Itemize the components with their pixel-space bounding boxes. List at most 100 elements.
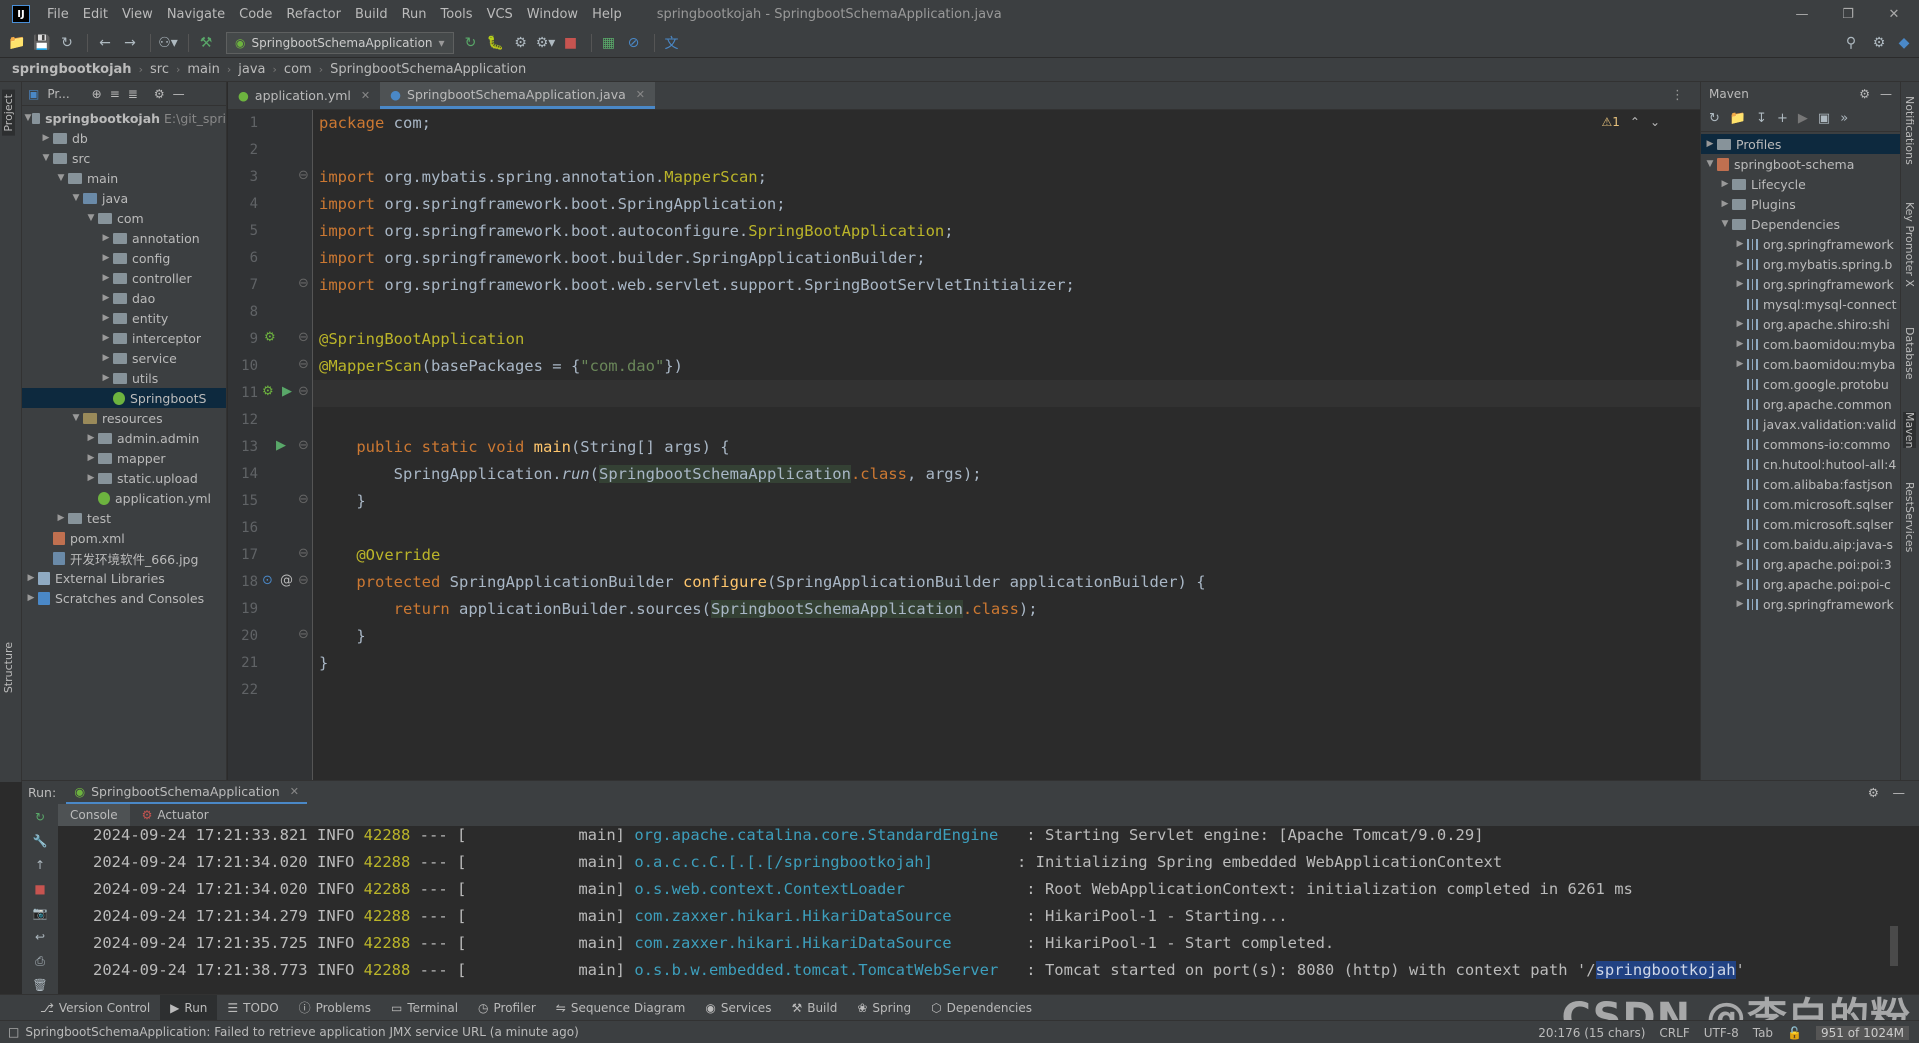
tool-tab-services[interactable]: ◉ Services [695, 995, 781, 1021]
override-icon[interactable]: ⊙ [262, 573, 273, 588]
tool-tab-problems[interactable]: ⓘ Problems [289, 995, 381, 1021]
tool-tab-todo[interactable]: ☰ TODO [217, 995, 288, 1021]
tree-item[interactable]: 开发环境软件_666.jpg [22, 548, 226, 568]
stop-icon[interactable]: ■ [560, 32, 582, 54]
breadcrumb-item[interactable]: main [187, 62, 219, 77]
save-all-icon[interactable]: 💾 [31, 32, 53, 54]
menu-build[interactable]: Build [348, 7, 395, 22]
log-selected-text[interactable]: springbootkojah [1595, 961, 1736, 979]
tree-item[interactable]: cn.hutool:hutool-all:4 [1701, 454, 1900, 474]
tree-item[interactable]: ▶ static.upload [22, 468, 226, 488]
tree-item[interactable]: ▶ annotation [22, 228, 226, 248]
tree-item[interactable]: javax.validation:valid [1701, 414, 1900, 434]
chevron-down-icon[interactable]: ▼ [39, 153, 53, 163]
tree-item[interactable]: ▼ src [22, 148, 226, 168]
console-output[interactable]: 2024-09-24 17:21:33.821 INFO 42288 --- [… [58, 826, 1900, 994]
breadcrumb-item[interactable]: java [238, 62, 265, 77]
status-message[interactable]: SpringbootSchemaApplication: Failed to r… [25, 1025, 578, 1039]
tree-item[interactable]: ▶ com.baomidou:myba [1701, 354, 1900, 374]
tabs-menu-icon[interactable]: ⋮ [1671, 88, 1684, 103]
fold-icon[interactable]: ⊖ [298, 168, 309, 183]
tree-item[interactable]: ▶ Scratches and Consoles [22, 588, 226, 608]
run-configuration-select[interactable]: ◉ SpringbootSchemaApplication ▾ [226, 31, 454, 54]
hide-panel-icon[interactable]: — [173, 87, 185, 101]
vcs-users-icon[interactable]: ⚇▾ [157, 32, 179, 54]
tree-item[interactable]: org.apache.common [1701, 394, 1900, 414]
maven-tool-tab[interactable]: Maven [1903, 412, 1916, 449]
annotation-icon[interactable]: @ [280, 573, 293, 588]
tool-tab-dependencies[interactable]: ⬡ Dependencies [921, 995, 1042, 1021]
tree-item[interactable]: ▶ interceptor [22, 328, 226, 348]
tool-tab-build[interactable]: ⚒ Build [781, 995, 847, 1021]
chevron-right-icon[interactable]: ▶ [84, 473, 98, 483]
tree-item[interactable]: ▶ controller [22, 268, 226, 288]
chevron-right-icon[interactable]: ▶ [99, 313, 113, 323]
more-run-icon[interactable]: ⚙▾ [535, 32, 557, 54]
tree-item[interactable]: com.alibaba:fastjson [1701, 474, 1900, 494]
add-icon[interactable]: + [1777, 111, 1788, 126]
chevron-right-icon[interactable]: ▶ [84, 453, 98, 463]
fold-icon[interactable]: ⊖ [298, 357, 309, 372]
tree-item[interactable]: mysql:mysql-connect [1701, 294, 1900, 314]
tree-item[interactable]: SpringbootS [22, 388, 226, 408]
menu-view[interactable]: View [115, 7, 160, 22]
reload-icon[interactable]: ↻ [1709, 111, 1720, 126]
up-icon[interactable]: ↑ [31, 856, 49, 874]
run-line-icon[interactable]: ▶ [276, 438, 286, 453]
camera-icon[interactable]: 📷 [31, 904, 49, 922]
stop-icon[interactable]: ■ [31, 880, 49, 898]
fold-icon[interactable]: ⊖ [298, 546, 309, 561]
tree-item[interactable]: ▶ dao [22, 288, 226, 308]
project-tool-tab[interactable]: Project [2, 90, 15, 136]
tree-item[interactable]: ▼ java [22, 188, 226, 208]
fold-icon[interactable]: ⊖ [298, 384, 309, 399]
chevron-right-icon[interactable]: ▶ [1733, 539, 1747, 549]
chevron-down-icon[interactable]: ▼ [1703, 159, 1717, 169]
tree-item[interactable]: ▶ org.springframework [1701, 274, 1900, 294]
tab-console[interactable]: Console [58, 804, 130, 826]
chevron-right-icon[interactable]: ▶ [1733, 239, 1747, 249]
more-icon[interactable]: » [1840, 111, 1848, 126]
coverage-icon[interactable]: ⚙ [510, 32, 532, 54]
chevron-right-icon[interactable]: ▶ [99, 293, 113, 303]
tree-item[interactable]: ▶ org.apache.poi:poi:3 [1701, 554, 1900, 574]
chevron-right-icon[interactable]: ▶ [24, 573, 38, 583]
close-icon[interactable]: ✕ [636, 88, 645, 101]
tree-item[interactable]: ▶ Profiles [1701, 134, 1900, 154]
close-icon[interactable]: ✕ [361, 89, 370, 102]
close-window-button[interactable]: ✕ [1871, 0, 1917, 28]
rerun-icon[interactable]: ↻ [460, 32, 482, 54]
run-line-icon[interactable]: ▶ [282, 384, 292, 399]
tree-item[interactable]: ▼ springbootkojah E:\git_spri [22, 108, 226, 128]
tree-item[interactable]: ▶ org.springframework [1701, 594, 1900, 614]
tree-item[interactable]: ▶ entity [22, 308, 226, 328]
code-editor[interactable]: ⚠1 ⌃ ⌄ package com; import org.mybatis.sp… [313, 110, 1700, 780]
file-encoding[interactable]: UTF-8 [1704, 1026, 1739, 1040]
chevron-right-icon[interactable]: ▶ [1733, 339, 1747, 349]
tree-item[interactable]: ▶ db [22, 128, 226, 148]
collapse-all-icon[interactable]: ≣ [128, 87, 138, 101]
tree-item[interactable]: com.microsoft.sqlser [1701, 494, 1900, 514]
menu-vcs[interactable]: VCS [480, 7, 520, 22]
warning-count[interactable]: ⚠1 [1601, 115, 1619, 129]
tree-item[interactable]: ▶ com.baomidou:myba [1701, 334, 1900, 354]
indent-setting[interactable]: Tab [1753, 1026, 1773, 1040]
tree-item[interactable]: pom.xml [22, 528, 226, 548]
sync-icon[interactable]: ↻ [56, 32, 78, 54]
tab-actuator[interactable]: ⚙ Actuator [130, 804, 221, 826]
chevron-right-icon[interactable]: ▶ [1718, 179, 1732, 189]
open-folder-icon[interactable]: 📁 [6, 32, 28, 54]
chevron-right-icon[interactable]: ▶ [99, 253, 113, 263]
chevron-down-icon[interactable]: ▼ [54, 173, 68, 183]
tree-item[interactable]: application.yml [22, 488, 226, 508]
tree-item[interactable]: ▶ org.mybatis.spring.b [1701, 254, 1900, 274]
menu-tools[interactable]: Tools [434, 7, 480, 22]
previous-highlight-icon[interactable]: ⌃ [1630, 115, 1640, 129]
tree-item[interactable]: ▼ com [22, 208, 226, 228]
close-icon[interactable]: ✕ [290, 785, 299, 798]
tree-item[interactable]: ▶ admin.admin [22, 428, 226, 448]
tool-tab-spring[interactable]: ❀ Spring [847, 995, 921, 1021]
fold-icon[interactable]: ⊖ [298, 438, 309, 453]
tree-item[interactable]: ▼ main [22, 168, 226, 188]
chevron-right-icon[interactable]: ▶ [99, 233, 113, 243]
